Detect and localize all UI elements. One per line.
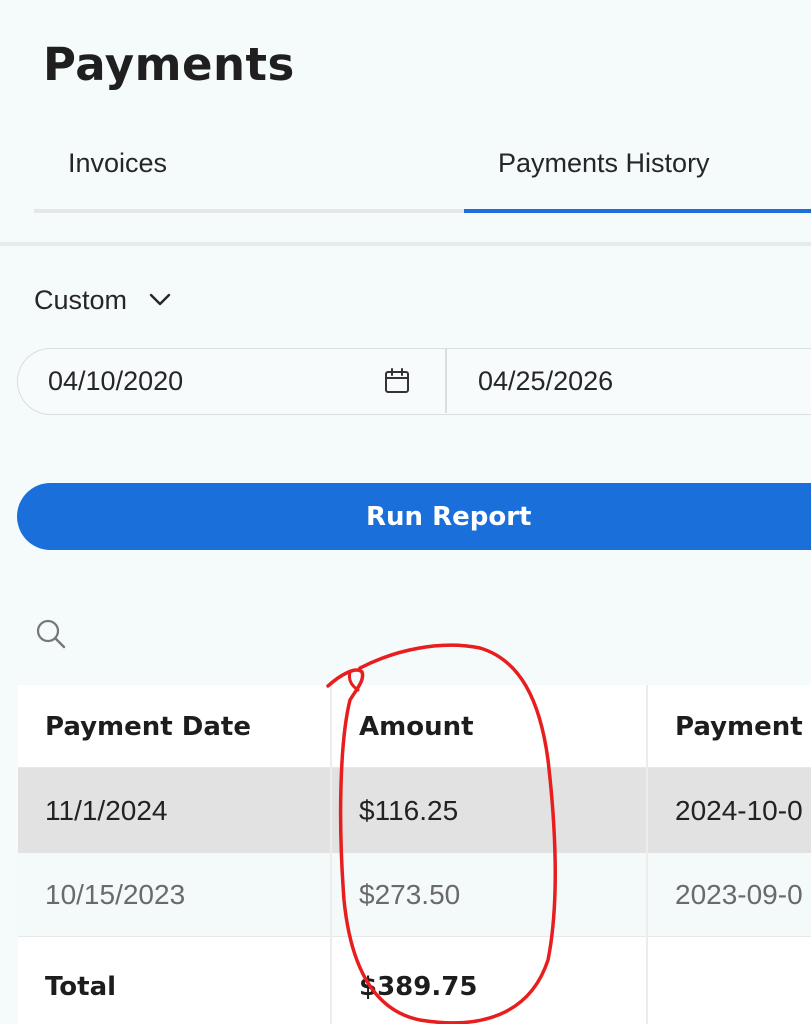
start-date-input[interactable] <box>48 349 378 413</box>
column-header-payment-ref[interactable]: Payment R <box>675 685 811 768</box>
payment-date-cell: 10/15/2023 <box>45 879 186 910</box>
chevron-down-icon <box>149 293 171 307</box>
end-date-input[interactable] <box>478 349 811 413</box>
payment-date-cell: 11/1/2024 <box>45 794 168 826</box>
table-total-row: Total $389.75 <box>18 937 811 1024</box>
payments-screen: Payments Invoices Payments History Custo… <box>0 0 811 1024</box>
search-icon[interactable] <box>35 618 67 654</box>
date-range-label: Custom <box>34 284 128 315</box>
amount-cell: $116.25 <box>359 794 459 826</box>
column-header-amount[interactable]: Amount <box>359 685 639 768</box>
total-amount: $389.75 <box>359 972 478 1002</box>
amount-cell: $273.50 <box>359 879 461 910</box>
table-row[interactable]: 11/1/2024 $116.25 2024-10-0 <box>18 768 811 853</box>
payments-table: Payment Date Amount Payment R 11/1/2024 … <box>18 685 811 1024</box>
payment-ref-cell: 2023-09-0 <box>675 879 803 910</box>
date-separator <box>445 349 447 413</box>
page-title: Payments <box>43 38 295 91</box>
total-label: Total <box>45 972 117 1002</box>
calendar-icon[interactable] <box>383 367 411 399</box>
active-tab-indicator <box>464 209 811 213</box>
column-header-payment-date[interactable]: Payment Date <box>45 685 325 768</box>
run-report-button[interactable]: Run Report <box>17 483 811 550</box>
table-row[interactable]: 10/15/2023 $273.50 2023-09-0 <box>18 853 811 937</box>
column-divider <box>330 685 332 1024</box>
tab-invoices[interactable]: Invoices <box>68 148 167 188</box>
section-divider <box>0 242 811 246</box>
date-range-fields <box>17 348 811 415</box>
tab-payments-history[interactable]: Payments History <box>498 148 710 188</box>
tab-track <box>34 209 464 213</box>
payment-ref-cell: 2024-10-0 <box>675 794 803 826</box>
date-range-select[interactable]: Custom <box>34 280 171 320</box>
column-divider <box>646 685 648 1024</box>
table-header-row: Payment Date Amount Payment R <box>18 685 811 768</box>
